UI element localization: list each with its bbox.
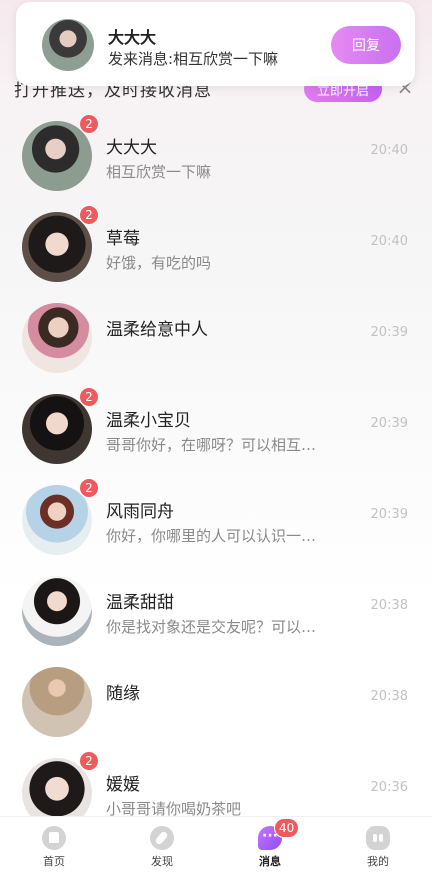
avatar xyxy=(42,19,94,71)
avatar[interactable] xyxy=(22,303,92,373)
conversation-time: 20:38 xyxy=(370,598,408,613)
conversation-preview: 好饿，有吃的吗 xyxy=(106,254,212,272)
conversation-time: 20:40 xyxy=(370,234,408,249)
conversation-item[interactable]: 2 风雨同舟 你好，你哪里的人可以认识一… 20:39 xyxy=(0,469,432,560)
conversation-name: 温柔小宝贝 xyxy=(106,411,191,431)
tab-label: 发现 xyxy=(151,855,173,868)
unread-badge: 2 xyxy=(79,478,99,498)
tab-profile[interactable]: 我的 xyxy=(324,817,432,872)
avatar[interactable] xyxy=(22,576,92,646)
conversation-time: 20:38 xyxy=(370,689,408,704)
tab-messages[interactable]: 40 消息 xyxy=(216,817,324,872)
conversation-name: 大大大 xyxy=(106,138,157,158)
conversation-preview: 哥哥你好，在哪呀？可以相互… xyxy=(106,436,317,454)
profile-icon xyxy=(366,826,390,850)
tab-home[interactable]: 首页 xyxy=(0,817,108,872)
tab-label: 消息 xyxy=(259,855,281,868)
conversation-preview: 你是找对象还是交友呢？可以… xyxy=(106,618,317,636)
notification-message: 发来消息:相互欣赏一下嘛 xyxy=(108,50,279,68)
bottom-tab-bar: 首页 发现 40 消息 我的 xyxy=(0,816,432,872)
conversation-list: 2 大大大 相互欣赏一下嘛 20:40 2 草莓 好饿，有吃的吗 20:40 温… xyxy=(0,105,432,833)
conversation-time: 20:36 xyxy=(370,780,408,795)
conversation-preview: 相互欣赏一下嘛 xyxy=(106,163,212,181)
unread-badge: 2 xyxy=(79,114,99,134)
conversation-item[interactable]: 温柔给意中人 20:39 xyxy=(0,287,432,378)
unread-badge: 2 xyxy=(79,205,99,225)
conversation-item[interactable]: 随缘 20:38 xyxy=(0,651,432,742)
avatar[interactable] xyxy=(22,667,92,737)
conversation-name: 温柔给意中人 xyxy=(106,320,208,340)
discover-icon xyxy=(150,826,174,850)
message-count-badge: 40 xyxy=(274,818,300,838)
conversation-item[interactable]: 2 大大大 相互欣赏一下嘛 20:40 xyxy=(0,105,432,196)
tab-label: 我的 xyxy=(367,855,389,868)
conversation-name: 随缘 xyxy=(106,684,140,704)
conversation-time: 20:39 xyxy=(370,507,408,522)
reply-button[interactable]: 回复 xyxy=(331,26,401,64)
conversation-name: 风雨同舟 xyxy=(106,502,174,522)
conversation-preview: 你好，你哪里的人可以认识一… xyxy=(106,527,317,545)
conversation-name: 温柔甜甜 xyxy=(106,593,174,613)
conversation-item[interactable]: 2 温柔小宝贝 哥哥你好，在哪呀？可以相互… 20:39 xyxy=(0,378,432,469)
conversation-time: 20:39 xyxy=(370,325,408,340)
tab-label: 首页 xyxy=(43,855,65,868)
conversation-time: 20:40 xyxy=(370,143,408,158)
unread-badge: 2 xyxy=(79,387,99,407)
message-notification-banner[interactable]: 大大大 发来消息:相互欣赏一下嘛 回复 xyxy=(16,2,415,86)
home-icon xyxy=(42,826,66,850)
notification-sender-name: 大大大 xyxy=(108,28,157,47)
conversation-time: 20:39 xyxy=(370,416,408,431)
tab-discover[interactable]: 发现 xyxy=(108,817,216,872)
conversation-name: 媛媛 xyxy=(106,775,140,795)
conversation-item[interactable]: 2 草莓 好饿，有吃的吗 20:40 xyxy=(0,196,432,287)
unread-badge: 2 xyxy=(79,751,99,771)
conversation-item[interactable]: 温柔甜甜 你是找对象还是交友呢？可以… 20:38 xyxy=(0,560,432,651)
conversation-name: 草莓 xyxy=(106,229,140,249)
